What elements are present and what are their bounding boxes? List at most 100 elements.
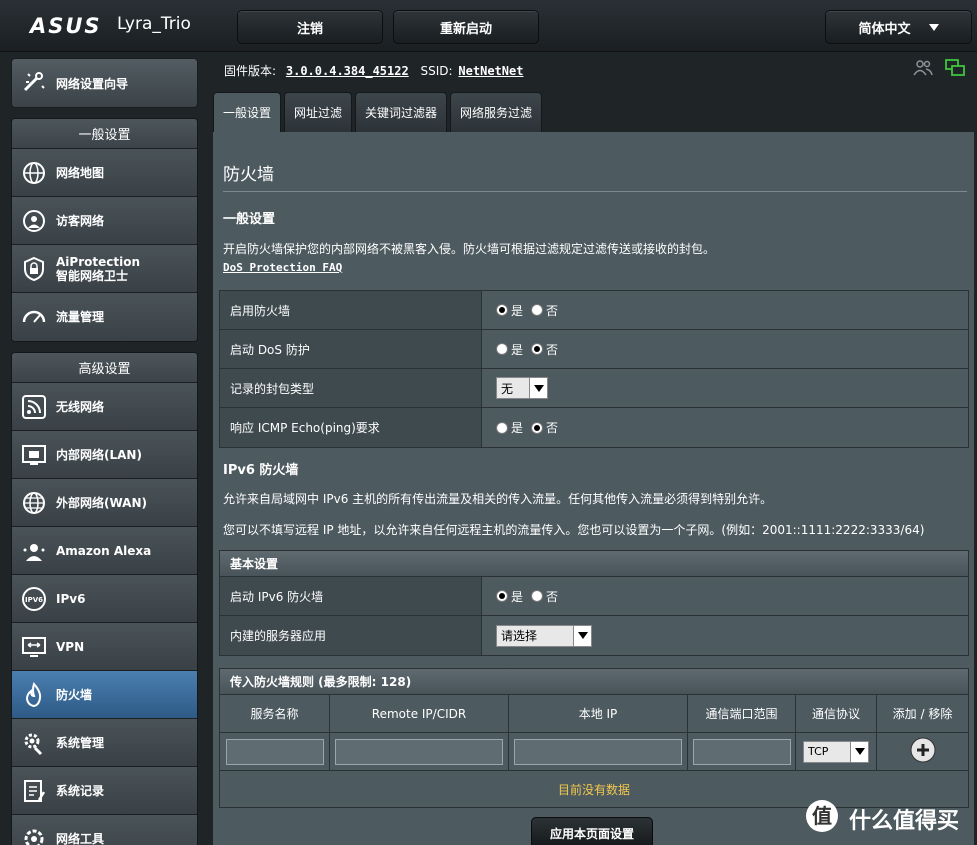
- sidebar-item-label: IPv6: [56, 591, 86, 606]
- status-icons: [913, 59, 965, 80]
- ipv6-icon: IPV6: [20, 585, 48, 613]
- clients-icon[interactable]: [913, 59, 933, 80]
- general-settings-table: 启用防火墙 是 否 启动 DoS 防护 是 否 记录的封包类型 无 响应 ICM…: [219, 290, 969, 448]
- ipv6-description-2: 您可以不填写远程 IP 地址，以允许来自任何远程主机的流量传入。您也可以设置为一…: [223, 523, 925, 537]
- logged-packets-select[interactable]: 无: [496, 377, 548, 399]
- basic-settings-head: 基本设置: [220, 551, 968, 577]
- port-range-input[interactable]: [692, 738, 791, 765]
- divider: [223, 191, 967, 192]
- sidebar-item-network-tools[interactable]: 网络工具: [12, 815, 197, 845]
- advanced-settings-title: 高级设置: [12, 353, 197, 383]
- sidebar-item-label: 无线网络: [56, 399, 105, 414]
- advanced-settings-group: 高级设置 无线网络 内部网络(LAN) 外部网络(WAN) Amazon Ale…: [11, 352, 198, 845]
- wizard-wand-icon: [20, 68, 48, 99]
- dos-protection-yes[interactable]: 是: [496, 341, 523, 358]
- rules-header-row: 服务名称 Remote IP/CIDR 本地 IP 通信端口范围 通信协议 添加…: [220, 695, 968, 733]
- ipv6-heading: IPv6 防火墙: [223, 463, 299, 478]
- sidebar-item-traffic-manager[interactable]: 流量管理: [12, 293, 197, 341]
- builtin-server-app-select[interactable]: 请选择: [496, 624, 592, 647]
- protocol-select[interactable]: TCP: [803, 740, 869, 763]
- radio-button[interactable]: [531, 590, 544, 602]
- tab-general[interactable]: 一般设置: [213, 92, 282, 132]
- dos-protection-no[interactable]: 否: [531, 341, 558, 358]
- watermark-text: 什么值得买: [849, 809, 960, 834]
- sidebar-item-wan[interactable]: 外部网络(WAN): [12, 479, 197, 527]
- ssid-value[interactable]: NetNetNet: [458, 64, 523, 78]
- lan-icon: [20, 441, 48, 469]
- sidebar-item-lan[interactable]: 内部网络(LAN): [12, 431, 197, 479]
- enable-firewall-yes[interactable]: 是: [496, 302, 523, 319]
- wifi-icon: [20, 393, 48, 421]
- setting-row-icmp-echo: 响应 ICMP Echo(ping)要求 是 否: [220, 408, 968, 447]
- reboot-button[interactable]: 重新启动: [393, 10, 539, 44]
- sidebar-item-aiprotection[interactable]: AiProtection 智能网络卫士: [12, 245, 197, 293]
- sidebar-item-alexa[interactable]: Amazon Alexa: [12, 527, 197, 575]
- tab-network-service-filter[interactable]: 网络服务过滤: [450, 92, 543, 132]
- watermark: 值 什么值得买: [805, 799, 959, 839]
- radio-label: 否: [546, 342, 559, 357]
- language-label: 简体中文: [858, 21, 911, 37]
- setting-row-logged-packets: 记录的封包类型 无: [220, 369, 968, 408]
- radio-button[interactable]: [496, 590, 508, 602]
- add-rule-icon[interactable]: [910, 737, 936, 766]
- chevron-down-icon: [529, 378, 547, 398]
- setting-row-builtin-server-app: 内建的服务器应用 请选择: [220, 616, 968, 655]
- ipv6-description-1: 允许来自局域网中 IPv6 主机的所有传出流量及相关的传入流量。任何其他传入流量…: [223, 492, 773, 506]
- setting-label: 记录的封包类型: [220, 369, 482, 407]
- sidebar: 网络设置向导 一般设置 网络地图 访客网络 AiProtection 智能网络卫…: [0, 52, 210, 845]
- firmware-ssid-line: 固件版本: 3.0.0.4.384_45122 SSID: NetNetNet: [224, 62, 523, 79]
- ssid-label: SSID:: [420, 64, 453, 78]
- sidebar-item-administration[interactable]: 系统管理: [12, 719, 197, 767]
- column-header: 本地 IP: [509, 695, 688, 732]
- sidebar-item-vpn[interactable]: VPN: [12, 623, 197, 671]
- sidebar-item-firewall[interactable]: 防火墙: [12, 671, 197, 719]
- wan-globe-icon: [20, 489, 48, 517]
- sidebar-item-network-map[interactable]: 网络地图: [12, 149, 197, 197]
- ipv6-firewall-yes[interactable]: 是: [496, 588, 523, 605]
- radio-button[interactable]: [496, 343, 508, 355]
- setting-row-enable-firewall: 启用防火墙 是 否: [220, 291, 968, 330]
- sidebar-item-label: VPN: [56, 639, 85, 654]
- sidebar-item-system-log[interactable]: 系统记录: [12, 767, 197, 815]
- language-select[interactable]: 简体中文: [825, 10, 972, 44]
- enable-firewall-no[interactable]: 否: [531, 302, 558, 319]
- remote-ip-input[interactable]: [335, 738, 503, 765]
- dos-faq-link[interactable]: DoS Protection FAQ: [223, 261, 342, 274]
- sidebar-item-ipv6[interactable]: IPV6 IPv6: [12, 575, 197, 623]
- chevron-down-icon: [850, 741, 868, 762]
- column-header: Remote IP/CIDR: [330, 695, 509, 732]
- model-name: Lyra_Trio: [117, 14, 191, 34]
- setting-label: 启动 DoS 防护: [220, 330, 482, 368]
- inbound-rules-table: 传入防火墙规则 (最多限制: 128) 服务名称 Remote IP/CIDR …: [219, 668, 969, 808]
- icmp-echo-yes[interactable]: 是: [496, 419, 523, 436]
- network-wizard-button[interactable]: 网络设置向导: [11, 58, 198, 108]
- sidebar-item-label: 系统管理: [56, 735, 105, 750]
- internet-status-icon[interactable]: [945, 59, 965, 80]
- radio-button[interactable]: [496, 421, 508, 434]
- tab-bar: 一般设置 网址过滤 关键词过滤器 网络服务过滤: [213, 92, 543, 132]
- logout-button[interactable]: 注销: [237, 10, 383, 44]
- guest-network-icon: [20, 207, 48, 235]
- radio-button[interactable]: [531, 304, 544, 316]
- setting-row-ipv6-firewall: 启动 IPv6 防火墙 是 否: [220, 577, 968, 616]
- sidebar-item-guest-network[interactable]: 访客网络: [12, 197, 197, 245]
- sidebar-item-label: 外部网络(WAN): [56, 495, 147, 510]
- ipv6-firewall-no[interactable]: 否: [531, 588, 558, 605]
- watermark-logo-icon: 值: [805, 799, 839, 839]
- firmware-version-link[interactable]: 3.0.0.4.384_45122: [286, 64, 409, 78]
- radio-button[interactable]: [531, 343, 544, 355]
- icmp-echo-no[interactable]: 否: [531, 419, 558, 436]
- tab-keyword-filter[interactable]: 关键词过滤器: [355, 92, 448, 132]
- local-ip-input[interactable]: [514, 738, 682, 765]
- tab-url-filter[interactable]: 网址过滤: [284, 92, 353, 132]
- sidebar-item-wireless[interactable]: 无线网络: [12, 383, 197, 431]
- fire-icon: [20, 681, 48, 709]
- service-name-input[interactable]: [225, 738, 324, 765]
- svg-text:值: 值: [812, 804, 832, 828]
- radio-button[interactable]: [531, 421, 544, 434]
- aiprotection-sublabel: 智能网络卫士: [56, 268, 129, 283]
- apply-button[interactable]: 应用本页面设置: [531, 817, 653, 845]
- asus-logo: ASUS: [30, 14, 102, 38]
- radio-button[interactable]: [496, 304, 508, 316]
- gauge-icon: [20, 303, 48, 331]
